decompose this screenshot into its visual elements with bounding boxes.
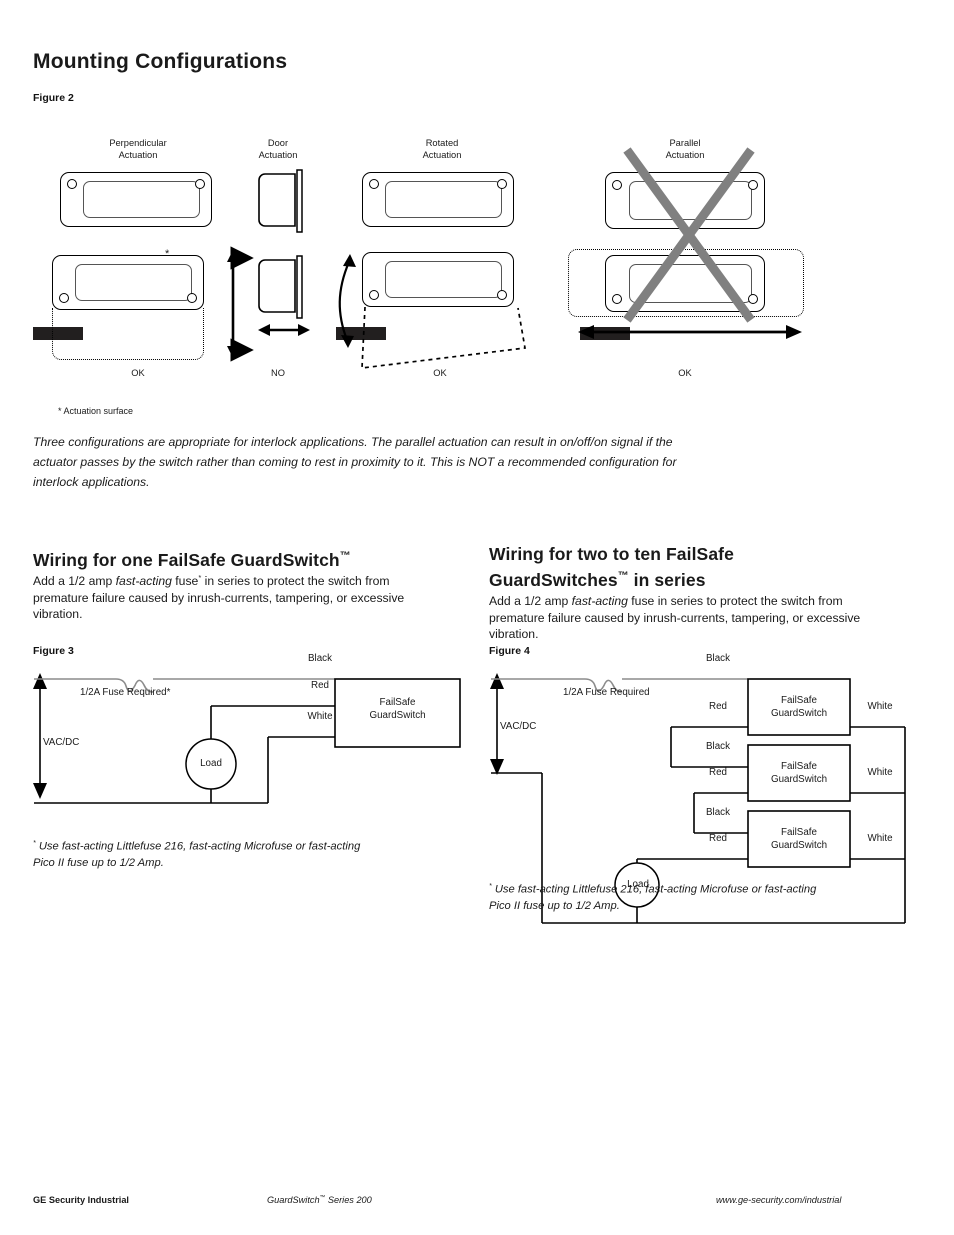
footer-left: GE Security Industrial: [33, 1195, 129, 1205]
section-one-heading: Wiring for one FailSafe GuardSwitch™: [33, 545, 463, 571]
config-label-perpendicular: Perpendicular Actuation: [109, 138, 167, 160]
footnote-text: Use fast-acting Littlefuse 216, fast-act…: [489, 883, 817, 912]
figure-2-label: Figure 2: [33, 92, 74, 104]
unit-1-wire-label-white: White: [867, 701, 893, 712]
section-two-heading-text: GuardSwitches: [489, 569, 618, 590]
unit-2-wire-label-white: White: [867, 767, 893, 778]
unit-1-wire-label-red: Red: [709, 701, 727, 712]
switch-body-door-bottom: [258, 255, 303, 319]
config-label-rotated: Rotated Actuation: [422, 138, 462, 160]
switch-inner-face: [385, 181, 502, 218]
mount-hole-icon: [369, 179, 379, 189]
section-one-footnote: * Use fast-acting Littlefuse 216, fast-a…: [33, 836, 363, 871]
section-two-heading-line2: GuardSwitches™ in series: [489, 565, 919, 591]
figure-4-diagram: 1/2A Fuse Required VAC/DC Load Black Red…: [485, 653, 930, 924]
unit-3-wire-label-black: Black: [706, 807, 730, 818]
verdict-perpendicular: OK: [131, 368, 145, 378]
actuation-surface-note: * Actuation surface: [58, 406, 134, 416]
not-recommended-x-icon: [623, 147, 755, 323]
switch-body-perpendicular-bottom: [52, 255, 204, 310]
footnote-marker: *: [33, 840, 36, 847]
document-page: Mounting Configurations Figure 2 Perpend…: [0, 0, 954, 1235]
footer-center: GuardSwitch™ Series 200: [267, 1195, 372, 1205]
body-before-italic: Add a 1/2 amp: [489, 594, 572, 608]
footnote-marker: *: [489, 883, 492, 890]
section-two-heading-suffix: in series: [628, 569, 706, 590]
motion-arrow-vertical: [227, 246, 254, 362]
figure-2-diagram: Perpendicular Actuation Door Actuation R…: [0, 130, 954, 390]
switch-inner-face: [385, 261, 502, 298]
switch-body-rotated-top: [362, 172, 514, 227]
section-one-body: Add a 1/2 amp fast-acting fuse* in serie…: [33, 570, 433, 623]
section-two-footnote: * Use fast-acting Littlefuse 216, fast-a…: [489, 879, 819, 914]
switch-body-rotated-bottom: [362, 252, 514, 307]
supply-label: VAC/DC: [500, 721, 537, 732]
unit-2-wire-label-red: Red: [709, 767, 727, 778]
load-label: Load: [200, 758, 222, 769]
config-label-door: Door Actuation: [258, 138, 298, 160]
fuse-label: 1/2A Fuse Required*: [80, 687, 171, 698]
supply-label: VAC/DC: [43, 737, 80, 748]
body-italic-term: fast-acting: [571, 594, 628, 608]
section-two-body: Add a 1/2 amp fast-acting fuse in series…: [489, 593, 889, 643]
trademark-symbol: ™: [617, 570, 629, 582]
unit-2-wire-label-black: Black: [706, 741, 730, 752]
switch-box-label: FailSafe GuardSwitch: [770, 695, 828, 719]
wire-label-red: Red: [311, 680, 329, 691]
mount-hole-icon: [59, 293, 69, 303]
footer-right-url[interactable]: www.ge-security.com/industrial: [716, 1195, 841, 1205]
switch-box-label: FailSafe GuardSwitch: [369, 697, 426, 721]
mount-hole-icon: [67, 179, 77, 189]
footnote-text: Use fast-acting Littlefuse 216, fast-act…: [33, 840, 361, 869]
switch-body-door-top: [258, 169, 303, 233]
fuse-label: 1/2A Fuse Required: [563, 687, 650, 698]
section-one-heading-text: Wiring for one FailSafe GuardSwitch: [33, 549, 340, 570]
figure-2-caption: Three configurations are appropriate for…: [33, 435, 677, 489]
wire-label-black: Black: [308, 653, 332, 664]
footer-center-product: GuardSwitch: [267, 1195, 320, 1206]
mount-hole-icon: [369, 290, 379, 300]
mount-hole-icon: [187, 293, 197, 303]
figure-3-diagram: Black Red White FailSafe GuardSwitch 1/2…: [28, 653, 473, 820]
unit-3-wire-label-red: Red: [709, 833, 727, 844]
verdict-door: NO: [271, 368, 285, 378]
motion-arrow-rotation: [338, 254, 356, 348]
switch-inner-face: [83, 181, 200, 218]
body-italic-term: fast-acting: [115, 574, 172, 589]
verdict-rotated: OK: [433, 368, 447, 378]
footer-center-series: Series 200: [325, 1195, 372, 1206]
section-two-heading-line1: Wiring for two to ten FailSafe: [489, 544, 734, 564]
mount-hole-icon: [195, 179, 205, 189]
travel-envelope-perpendicular: [52, 308, 204, 360]
unit-3-wire-label-white: White: [867, 833, 893, 844]
mount-hole-icon: [497, 179, 507, 189]
trademark-symbol: ™: [339, 550, 351, 562]
motion-arrow-horizontal-door: [258, 324, 310, 336]
body-before-italic: Add a 1/2 amp: [33, 574, 116, 589]
switch-inner-face: [75, 264, 192, 301]
switch-box-label: FailSafe GuardSwitch: [770, 827, 828, 851]
body-after-italic: fuse: [171, 574, 199, 589]
unit-1-wire-label-black: Black: [706, 653, 730, 664]
mount-hole-icon: [497, 290, 507, 300]
switch-body-perpendicular-top: [60, 172, 212, 227]
verdict-parallel: OK: [678, 368, 692, 378]
switch-box-label: FailSafe GuardSwitch: [770, 761, 828, 785]
page-title: Mounting Configurations: [33, 50, 288, 73]
section-two-heading: Wiring for two to ten FailSafe GuardSwit…: [489, 543, 919, 591]
